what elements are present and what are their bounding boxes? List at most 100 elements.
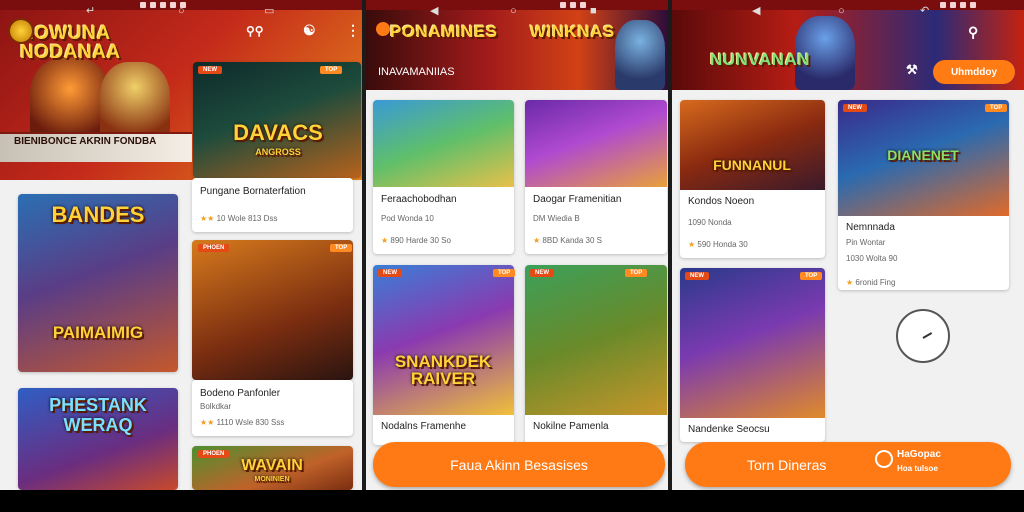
more-icon[interactable]: ⋮: [346, 22, 360, 39]
game-card[interactable]: DIANENET Nemnnada Pin Wontar 1030 Wolta …: [838, 100, 1009, 290]
game-title: Nemnnada: [846, 222, 895, 233]
game-stats-text: 590 Honda 30: [697, 240, 748, 249]
game-stats-text: 8BD Kanda 30 S: [542, 236, 603, 245]
screen2-action-button[interactable]: Faua Akinn Besasises: [373, 442, 665, 487]
game-stats: ★ 8BD Kanda 30 S: [533, 236, 602, 245]
star-icon: ★★: [200, 418, 215, 427]
game-extra: ★ 6ronid Fing: [846, 278, 895, 287]
search-icon[interactable]: ⚲: [968, 24, 978, 41]
search-icon[interactable]: ⚲⚲: [246, 24, 264, 38]
banner-hero: [615, 20, 665, 90]
star-icon: ★: [381, 236, 389, 245]
game-meta: Pin Wontar: [846, 238, 886, 247]
game-art-card[interactable]: PHESTANK WERAQ: [18, 388, 178, 490]
art-title: FUNNANUL: [713, 157, 791, 173]
art-subtitle: PAIMAIMIG: [52, 323, 144, 342]
game-card[interactable]: SNANKDEK RAIVER Nodalns Framenhe: [373, 265, 514, 445]
art-badge: TOP: [625, 269, 648, 277]
game-list-card[interactable]: Pungane Bornaterfation ★★ 10 Wole 813 Ds…: [192, 178, 353, 232]
game-card[interactable]: Nandenke Seocsu: [680, 268, 825, 442]
game-title: Feraachobodhan: [381, 194, 457, 205]
star-icon: ★: [533, 236, 541, 245]
star-icon: ★: [846, 278, 854, 287]
game-list-card[interactable]: Bodeno Panfonler Bolkdkar ★★ 1110 Wsle 8…: [192, 380, 353, 436]
system-nav-bar: [0, 490, 1024, 512]
art-badge: TOP: [493, 269, 516, 277]
hammer-icon[interactable]: ⚒: [906, 62, 918, 78]
badge-icon: [875, 450, 893, 468]
status-icons-mid: [560, 0, 586, 10]
game-art: [525, 100, 667, 187]
recents-icon[interactable]: ▭: [264, 5, 274, 17]
screen3-action-label: Torn Dineras: [747, 456, 827, 473]
game-title: Bodeno Panfonler: [200, 388, 281, 399]
art-tag: NEW: [685, 272, 709, 280]
clock-hand: [922, 332, 933, 339]
game-card[interactable]: Daogar Framenitian DM Wiedia B ★ 8BD Kan…: [525, 100, 667, 254]
art-title: DIANENET: [887, 147, 959, 163]
rating-value: 10: [216, 214, 226, 223]
screen2-logo-2: WINKNAS: [530, 22, 615, 41]
game-card[interactable]: Feraachobodhan Pod Wonda 10 ★ 890 Harde …: [373, 100, 514, 254]
art-title: PHESTANK: [49, 395, 147, 415]
back-icon[interactable]: ↵: [86, 5, 95, 17]
screen2-logo: PONAMINES: [390, 22, 498, 41]
top-action-button[interactable]: Uhmddoy: [933, 60, 1015, 84]
app-logo-icon[interactable]: [376, 22, 390, 36]
game-card[interactable]: Nokilne Pamenla: [525, 265, 667, 445]
game-art: FUNNANUL: [680, 100, 825, 190]
screen1-logo: HOWUNA NODANAA: [20, 23, 121, 63]
game-art-card[interactable]: BANDES PAIMAIMIG: [18, 194, 178, 372]
back-icon[interactable]: ◀: [752, 5, 760, 17]
game-meta: Pod Wonda 10: [381, 214, 434, 223]
game-title: Nodalns Framenhe: [381, 421, 467, 432]
game-meta: 1090 Nonda: [688, 218, 732, 227]
game-rating: ★★ 10 Wole 813 Dss: [200, 214, 277, 223]
game-title: Daogar Framenitian: [533, 194, 622, 205]
app-logo-icon[interactable]: [8, 18, 34, 44]
game-stats-text: 890 Harde 30 So: [390, 236, 451, 245]
recents-icon[interactable]: ↶: [920, 5, 929, 17]
game-meta: Wole 813 Dss: [227, 214, 278, 223]
art-badge: TOP: [330, 244, 353, 252]
game-stats-text: 1110 Wsle 830 Sss: [216, 418, 285, 427]
game-title: Kondos Noeon: [688, 196, 755, 207]
clock-icon[interactable]: [896, 309, 950, 363]
art-title: WAVAIN: [241, 457, 303, 474]
app-screens: HOWUNA NODANAA BIENIBONCE AKRIN FONDBA ⚲…: [0, 0, 1024, 512]
game-meta: DM Wiedia B: [533, 214, 580, 223]
people-icon[interactable]: ☯: [303, 22, 316, 39]
game-meta: Bolkdkar: [200, 402, 232, 411]
featured-title: DAVACS: [233, 120, 323, 145]
featured-game-card[interactable]: DAVACS ANGROSS: [193, 62, 361, 178]
game-art: [525, 265, 667, 415]
recents-icon[interactable]: ■: [590, 5, 597, 17]
game-stats: 1030 Wolta 90: [846, 254, 898, 263]
button-badge: HaGopac Hoa tulsoe: [875, 448, 967, 482]
game-card[interactable]: FUNNANUL Kondos Noeon 1090 Nonda ★ 590 H…: [680, 100, 825, 258]
status-icons-right: [940, 0, 976, 10]
banner-strip-text: BIENIBONCE AKRIN FONDBA: [14, 136, 157, 147]
game-art-card[interactable]: [192, 240, 353, 380]
game-stats: ★ 590 Honda 30: [688, 240, 748, 249]
art-tag: NEW: [530, 269, 554, 277]
featured-subtitle: ANGROSS: [255, 147, 301, 157]
art-tag: PHOEN: [198, 450, 230, 458]
home-icon[interactable]: ○: [510, 5, 517, 17]
art-subtitle: MONINIEN: [254, 476, 290, 483]
art-title: BANDES: [51, 202, 145, 227]
game-stats: ★ 890 Harde 30 So: [381, 236, 451, 245]
art-badge: TOP: [800, 272, 823, 280]
game-title: Nokilne Pamenla: [533, 421, 609, 432]
banner-subtitle: INAVAMANIIAS: [378, 66, 455, 78]
art-tag: PHOEN: [198, 244, 230, 252]
game-stats: ★★ 1110 Wsle 830 Sss: [200, 418, 284, 427]
game-art: [680, 268, 825, 418]
home-icon[interactable]: ○: [178, 5, 185, 17]
game-extra-text: 6ronid Fing: [855, 278, 896, 287]
game-title: Nandenke Seocsu: [688, 424, 770, 435]
game-art: [373, 100, 514, 187]
home-icon[interactable]: ○: [838, 5, 845, 17]
back-icon[interactable]: ◀: [430, 5, 438, 17]
art-badge: TOP: [985, 104, 1008, 112]
